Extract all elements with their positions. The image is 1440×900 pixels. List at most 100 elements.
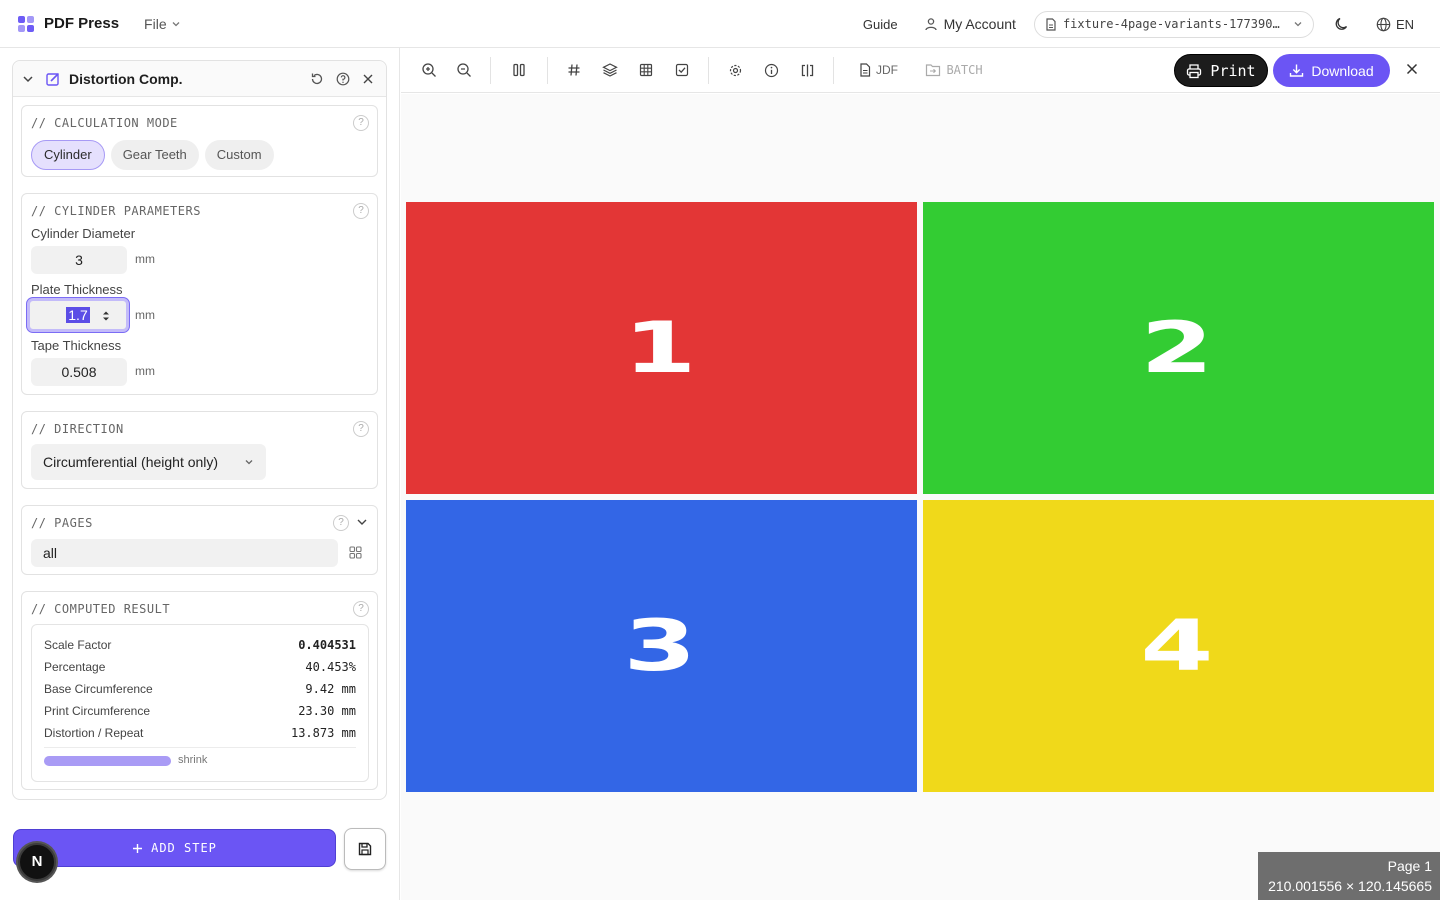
result-key: Print Circumference [44,704,151,718]
result-value: 23.30 mm [298,704,356,718]
cylinder-diameter-input[interactable]: 3 [31,246,127,274]
unit-label: mm [135,252,155,266]
direction-select[interactable]: Circumferential (height only) [31,444,266,480]
avatar[interactable]: N [18,843,56,881]
pages-input[interactable]: all [31,539,338,567]
checklist-button[interactable] [672,60,692,80]
page-number-label: 4 [1140,605,1217,687]
result-value: 40.453% [305,660,356,674]
info-icon [764,63,778,77]
help-icon[interactable]: ? [353,203,369,219]
app-name: PDF Press [44,15,120,32]
plate-thickness-input[interactable]: 1.7 [27,298,129,332]
language-selector[interactable]: EN [1376,17,1414,32]
page-thumbnail-1[interactable]: 1 [406,202,917,494]
divider [547,57,548,84]
brand[interactable]: PDF Press [18,15,119,32]
checkbox-icon [675,63,689,77]
preview-canvas[interactable]: 1 2 3 4 Page 1 210.001556 × 120.145665 [401,94,1440,900]
page-thumbnail-2[interactable]: 2 [923,202,1434,494]
result-key: Scale Factor [44,638,112,652]
hash-button[interactable] [564,60,584,80]
file-menu-label: File [144,15,167,32]
computed-result-card: // COMPUTED RESULT ? Scale Factor 0.40453… [21,591,378,790]
plus-icon [133,843,143,853]
tape-thickness-input[interactable]: 0.508 [31,358,127,386]
cylinder-parameters-card: // CYLINDER PARAMETERS ? Cylinder Diamet… [21,193,378,395]
file-name: fixture-4page-variants-177390… [1062,17,1280,31]
batch-button[interactable]: BATCH [924,60,984,80]
chevron-down-icon[interactable] [21,72,35,86]
result-row: Scale Factor 0.404531 [44,636,356,654]
result-row: Distortion / Repeat 13.873 mm [44,724,356,742]
settings-button[interactable] [725,60,745,80]
mode-gear-teeth-button[interactable]: Gear Teeth [110,140,199,170]
info-button[interactable] [761,60,781,80]
close-viewer-button[interactable] [1405,62,1419,76]
zoom-in-button[interactable] [419,60,439,80]
page-dimensions: 210.001556 × 120.145665 [1268,878,1432,894]
spinner-icon[interactable] [102,310,110,322]
page-status-overlay: Page 1 210.001556 × 120.145665 [1258,852,1440,900]
page-thumbnail-3[interactable]: 3 [406,500,917,792]
mode-custom-button[interactable]: Custom [204,140,274,170]
panel-header: Distortion Comp. [13,61,386,97]
page-thumbnail-4[interactable]: 4 [923,500,1434,792]
file-menu[interactable]: File [144,16,181,32]
table-button[interactable] [636,60,656,80]
direction-label: // DIRECTION [31,422,124,436]
panel-title: Distortion Comp. [69,70,183,87]
help-icon[interactable]: ? [333,515,349,531]
globe-icon [1376,17,1391,31]
plate-thickness-label: Plate Thickness [31,282,123,297]
guide-link[interactable]: Guide [863,17,898,32]
divider [44,747,356,748]
zoom-out-button[interactable] [454,60,474,80]
help-icon[interactable] [336,72,350,86]
printer-icon [1187,63,1202,78]
compare-button[interactable] [797,60,817,80]
download-icon [1290,64,1304,77]
chevron-down-icon[interactable] [356,516,368,528]
hash-icon [568,64,580,76]
unit-label: mm [135,364,155,378]
my-account-button[interactable]: My Account [924,16,1016,32]
print-label: Print [1210,61,1256,80]
jdf-label: JDF [876,63,898,77]
mode-cylinder-button[interactable]: Cylinder [31,140,105,170]
print-button[interactable]: Print [1174,54,1268,87]
unit-label: mm [135,308,155,322]
save-icon [358,842,372,856]
pages-label: // PAGES [31,516,93,530]
table-icon [639,63,653,77]
close-icon[interactable] [362,73,374,85]
page-number-label: 3 [623,605,700,687]
distortion-bar [44,756,171,766]
result-key: Distortion / Repeat [44,726,144,740]
reset-icon[interactable] [310,72,324,86]
result-row: Percentage 40.453% [44,658,356,676]
columns-icon [513,63,525,77]
pages-card: // PAGES ? all [21,505,378,575]
page-number-label: 1 [623,307,700,389]
download-button[interactable]: Download [1273,54,1390,87]
divider [490,57,491,84]
zoom-in-icon [422,63,436,77]
help-icon[interactable]: ? [353,115,369,131]
moon-icon [1335,17,1347,30]
save-button[interactable] [344,828,386,870]
help-icon[interactable]: ? [353,421,369,437]
page-indicator: Page 1 [1387,858,1432,874]
result-row: Print Circumference 23.30 mm [44,702,356,720]
add-step-button[interactable]: ADD STEP [13,829,336,867]
jdf-button[interactable]: JDF [856,60,901,80]
grid-icon[interactable] [349,546,362,559]
layers-button[interactable] [600,60,620,80]
file-selector[interactable]: fixture-4page-variants-177390… [1033,10,1314,38]
top-bar: PDF Press File Guide My Account fixture-… [0,0,1440,48]
theme-toggle[interactable] [1334,16,1350,32]
app-logo-icon [18,15,34,32]
my-account-label: My Account [943,16,1016,32]
help-icon[interactable]: ? [353,601,369,617]
columns-button[interactable] [509,60,529,80]
